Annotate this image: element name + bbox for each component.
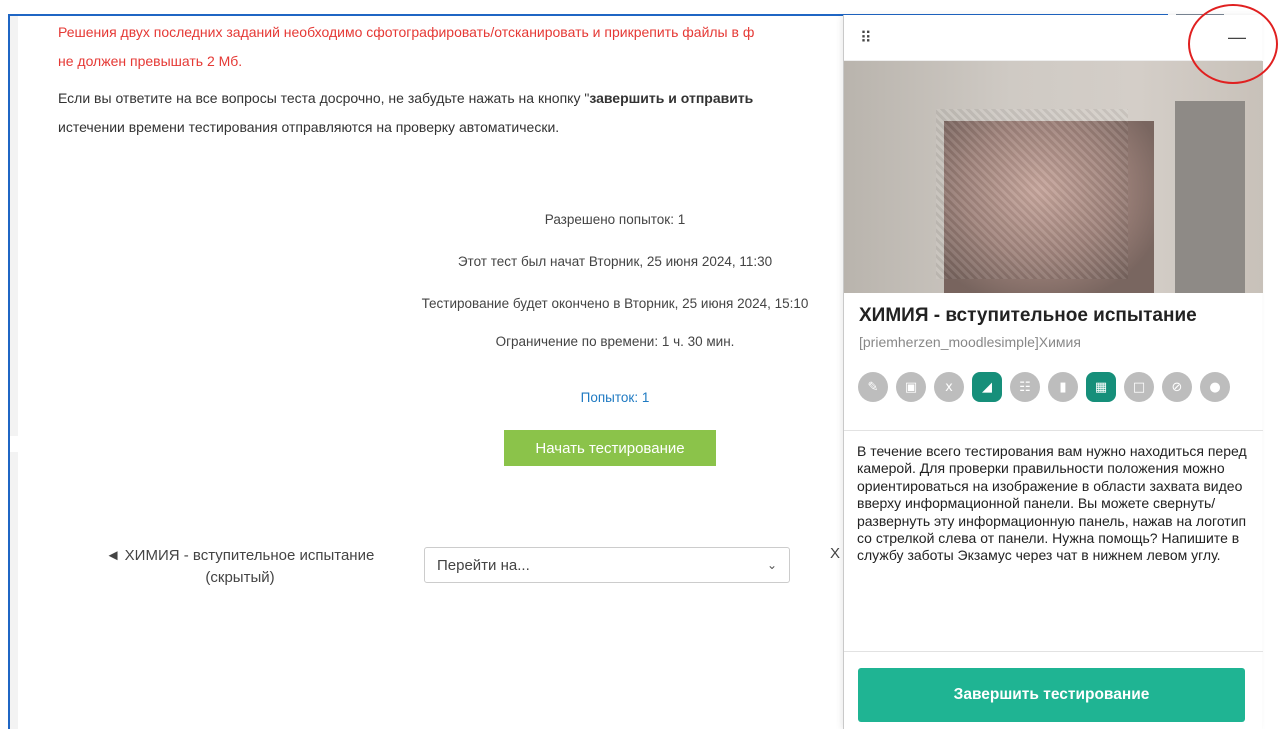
user-icon: ●	[1200, 372, 1230, 402]
chevron-down-icon: ⌄	[766, 558, 777, 572]
started-at: Этот тест был начат Вторник, 25 июня 202…	[457, 254, 773, 269]
panel-title: ХИМИЯ - вступительное испытание	[859, 305, 1197, 326]
minimize-icon[interactable]: —	[1228, 27, 1246, 48]
attempts-allowed: Разрешено попыток: 1	[544, 212, 686, 227]
start-test-button[interactable]: Начать тестирование	[504, 430, 716, 466]
panel-header: ⠿ —	[844, 15, 1262, 61]
webcam-blur	[936, 109, 1128, 279]
chat-icon: □	[1124, 372, 1154, 402]
time-limit: Ограничение по времени: 1 ч. 30 мин.	[495, 334, 735, 349]
left-gutter-lower	[10, 452, 18, 729]
exit-icon: ▮	[1048, 372, 1078, 402]
left-gutter	[10, 16, 18, 436]
drag-handle-icon[interactable]: ⠿	[860, 28, 872, 48]
panel-divider	[844, 430, 1263, 431]
megaphone-icon: ✎	[858, 372, 888, 402]
panel-icons: ✎ ▣ x ◢ ☷ ▮ ▦ □ ⊘ ●	[858, 372, 1230, 402]
info-line-1: Если вы ответите на все вопросы теста до…	[58, 84, 858, 113]
hidden-icon: ⊘	[1162, 372, 1192, 402]
info-line-1-text: Если вы ответите на все вопросы теста до…	[58, 90, 590, 106]
jump-to-value: Перейти на...	[437, 556, 530, 574]
finish-test-button[interactable]: Завершить тестирование	[858, 668, 1245, 722]
jump-to-select[interactable]: Перейти на... ⌄	[424, 547, 790, 583]
attempts-link-row: Попыток: 1	[300, 390, 930, 405]
info-line-1-bold: завершить и отправить	[589, 90, 754, 106]
webcam-preview	[844, 61, 1263, 293]
book-icon: ▣	[896, 372, 926, 402]
edit-icon: ◢	[972, 372, 1002, 402]
globe-icon: ☷	[1010, 372, 1040, 402]
attempts-link[interactable]: Попыток: 1	[581, 390, 650, 405]
panel-divider-bottom	[844, 651, 1263, 652]
info-line-2: истечении времени тестирования отправляю…	[58, 119, 560, 135]
warning-line-2: не должен превышать 2 Мб.	[58, 53, 243, 69]
quiz-intro: Решения двух последних заданий необходим…	[58, 18, 858, 142]
prev-activity-link[interactable]: ◄ ХИМИЯ - вступительное испытание (скрыт…	[70, 545, 410, 589]
excel-icon: x	[934, 372, 964, 402]
panel-description: В течение всего тестирования вам нужно н…	[857, 443, 1247, 564]
panel-subtitle: [priemherzen_moodlesimple]Химия	[859, 334, 1081, 350]
next-activity-link[interactable]: Х	[830, 545, 840, 562]
webcam-door	[1175, 101, 1245, 293]
ends-at: Тестирование будет окончено в Вторник, 2…	[421, 296, 809, 311]
proctoring-panel: ⠿ — ХИМИЯ - вступительное испытание [pri…	[843, 15, 1263, 729]
warning-line-1: Решения двух последних заданий необходим…	[58, 24, 755, 40]
grid-icon: ▦	[1086, 372, 1116, 402]
